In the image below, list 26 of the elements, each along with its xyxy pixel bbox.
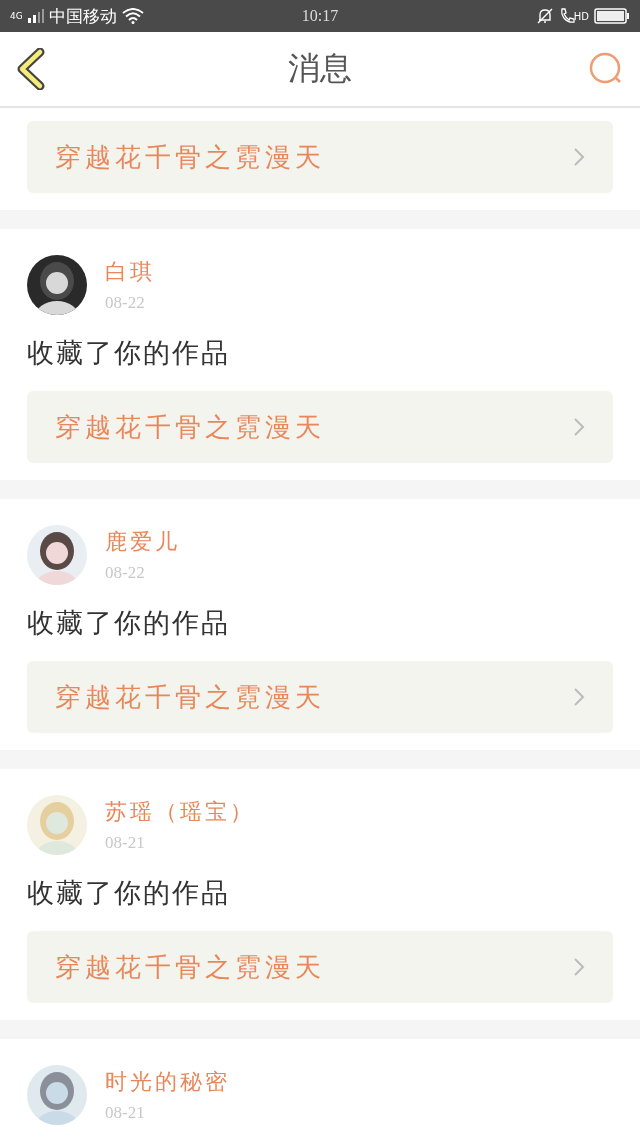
phone-icon [558, 7, 575, 25]
message-text: 收藏了你的作品 [27, 336, 231, 370]
page-title: 消息 [288, 48, 352, 89]
user-name[interactable]: 白琪 [105, 257, 155, 287]
signal-icon [27, 9, 44, 23]
chevron-right-icon [573, 687, 585, 707]
user-name[interactable]: 苏瑶（瑶宝） [105, 797, 255, 827]
network-label: 4G [10, 10, 23, 21]
wifi-icon [121, 8, 144, 24]
chevron-right-icon [573, 417, 585, 437]
user-name[interactable]: 鹿爱儿 [105, 527, 180, 557]
work-link[interactable]: 穿越花千骨之霓漫天 [27, 661, 613, 733]
message-text: 收藏了你的作品 [27, 606, 231, 640]
message-text: 收藏了你的作品 [27, 876, 231, 910]
user-name[interactable]: 时光的秘密 [105, 1067, 230, 1097]
back-button[interactable] [16, 48, 46, 90]
work-link[interactable]: 穿越花千骨之霓漫天 [27, 121, 613, 193]
hd-label: HD [573, 11, 589, 22]
work-link[interactable]: 穿越花千骨之霓漫天 [27, 931, 613, 1003]
chevron-right-icon [573, 147, 585, 167]
bell-muted-icon [535, 7, 554, 25]
clock: 10:17 [301, 7, 339, 25]
chevron-right-icon [573, 957, 585, 977]
battery-icon [594, 8, 630, 24]
carrier-label: 中国移动 [48, 4, 117, 28]
work-link[interactable]: 穿越花千骨之霓漫天 [27, 391, 613, 463]
